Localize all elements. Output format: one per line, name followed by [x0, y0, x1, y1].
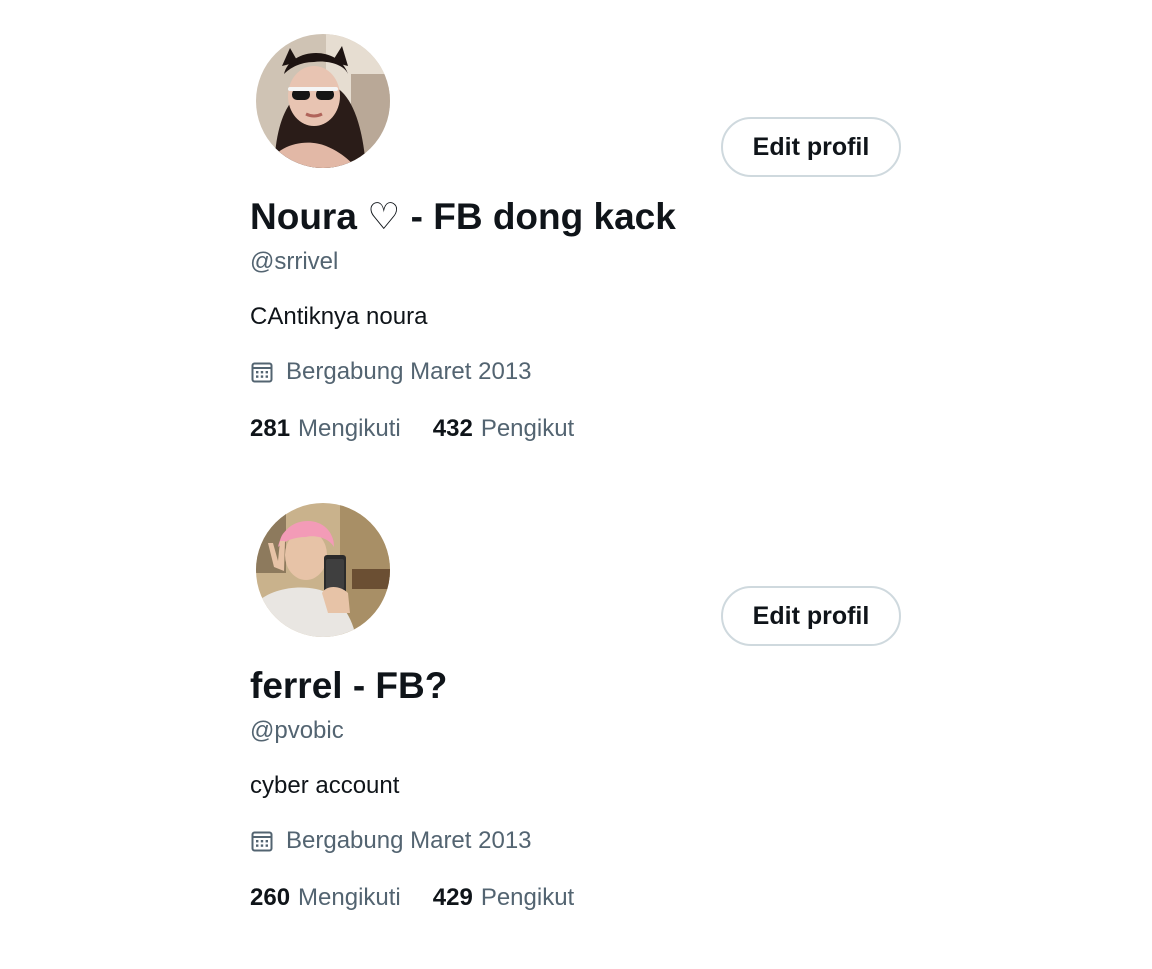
- bio-text: cyber account: [250, 772, 400, 799]
- avatar-image: [256, 503, 390, 637]
- followers-label: Pengikut: [480, 884, 575, 911]
- following-label: Mengikuti: [298, 884, 401, 911]
- calendar-icon: [250, 360, 274, 384]
- following-count: 260: [250, 884, 291, 911]
- followers-count: 429: [432, 884, 473, 911]
- follow-stats: 260 Mengikuti 429 Pengikut: [250, 882, 606, 914]
- join-date: Bergabung Maret 2013: [250, 356, 532, 388]
- followers-label: Pengikut: [480, 415, 575, 442]
- followers-link[interactable]: 429 Pengikut: [433, 882, 574, 914]
- display-name: ferrel - FB?: [250, 665, 448, 706]
- display-name: Noura ♡ - FB dong kack: [250, 196, 676, 237]
- join-date: Bergabung Maret 2013: [250, 825, 532, 857]
- calendar-icon: [250, 829, 274, 853]
- avatar[interactable]: [256, 503, 390, 637]
- edit-profile-button[interactable]: Edit profil: [721, 117, 901, 177]
- username-handle: @srrivel: [250, 248, 339, 275]
- followers-link[interactable]: 432 Pengikut: [433, 413, 574, 445]
- following-link[interactable]: 281 Mengikuti: [250, 413, 401, 445]
- join-date-text: Bergabung Maret 2013: [286, 827, 532, 854]
- followers-count: 432: [432, 415, 473, 442]
- edit-profile-button[interactable]: Edit profil: [721, 586, 901, 646]
- follow-stats: 281 Mengikuti 432 Pengikut: [250, 413, 606, 445]
- avatar-image: [256, 34, 390, 168]
- following-label: Mengikuti: [298, 415, 401, 442]
- join-date-text: Bergabung Maret 2013: [286, 358, 532, 385]
- following-count: 281: [250, 415, 291, 442]
- avatar[interactable]: [256, 34, 390, 168]
- following-link[interactable]: 260 Mengikuti: [250, 882, 401, 914]
- bio-text: CAntiknya noura: [250, 303, 428, 330]
- username-handle: @pvobic: [250, 717, 344, 744]
